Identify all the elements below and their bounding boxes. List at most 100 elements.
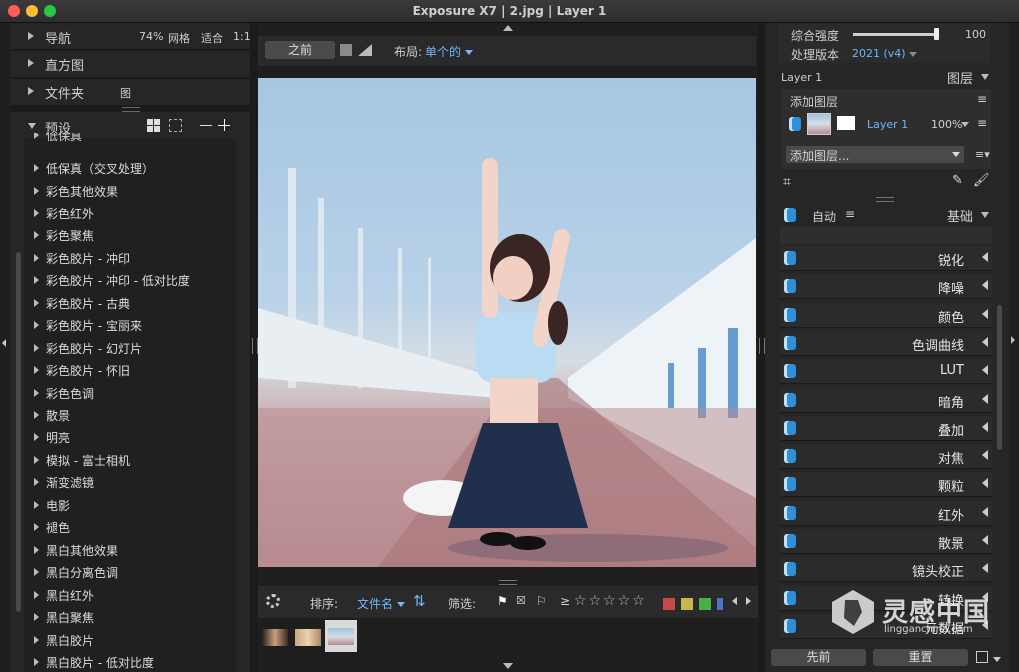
color-filter[interactable] bbox=[663, 596, 729, 610]
layer-menu-icon[interactable]: ≡ bbox=[977, 116, 987, 130]
preset-list-item[interactable]: 彩色胶片 - 冲印 bbox=[24, 248, 236, 268]
preset-list-item[interactable]: 彩色胶片 - 冲印 - 低对比度 bbox=[24, 270, 236, 290]
overall-strength-value[interactable]: 100 bbox=[965, 28, 986, 41]
adjustment-panel-row[interactable]: 散景 bbox=[780, 529, 992, 554]
grid-button[interactable]: 网格 bbox=[168, 30, 190, 46]
list-item[interactable]: 低保真 bbox=[24, 133, 236, 145]
adjustment-toggle[interactable] bbox=[784, 618, 796, 633]
add-layer-dropdown[interactable]: 添加图层... bbox=[786, 146, 964, 163]
layer-mask-thumbnail[interactable] bbox=[837, 116, 855, 130]
before-square-icon[interactable] bbox=[340, 44, 352, 56]
chevron-right-icon[interactable] bbox=[746, 597, 751, 605]
preset-list-item[interactable]: 黑白红外 bbox=[24, 585, 236, 605]
preset-list-item[interactable]: 彩色胶片 - 宝丽来 bbox=[24, 315, 236, 335]
color-label-yellow[interactable] bbox=[681, 597, 693, 610]
bottom-collapse-arrow[interactable] bbox=[503, 663, 513, 669]
auto-menu-icon[interactable]: ≡ bbox=[845, 207, 855, 221]
layer-opacity[interactable]: 100% bbox=[931, 118, 962, 131]
chevron-left-icon[interactable] bbox=[982, 450, 988, 461]
gear-icon[interactable] bbox=[266, 594, 280, 608]
brush-icon[interactable]: 🖌 bbox=[973, 173, 990, 188]
panel-layout-icon[interactable] bbox=[976, 651, 988, 663]
adjustment-panel-row[interactable]: 颗粒 bbox=[780, 472, 992, 498]
adjustment-toggle[interactable] bbox=[784, 364, 796, 379]
adjustment-panel-row[interactable]: 对焦 bbox=[780, 444, 992, 470]
chevron-left-icon[interactable] bbox=[982, 535, 988, 545]
panel-resize-handle[interactable] bbox=[876, 197, 894, 202]
left-gutter-arrow[interactable] bbox=[2, 336, 6, 350]
preset-list-item[interactable]: 渐变滤镜 bbox=[24, 472, 236, 492]
preset-list-item[interactable]: 彩色色调 bbox=[24, 383, 236, 403]
navigator-section[interactable]: 导航 74% 网格 适合 1:1 bbox=[28, 27, 251, 47]
preset-list-item[interactable]: 模拟 - 富士相机 bbox=[24, 450, 236, 470]
preset-list-item[interactable]: 彩色胶片 - 怀旧 bbox=[24, 360, 236, 380]
adjustment-toggle[interactable] bbox=[784, 477, 796, 492]
fit-button[interactable]: 适合 bbox=[201, 30, 223, 46]
split-view-icon[interactable] bbox=[358, 44, 372, 56]
adjustment-toggle[interactable] bbox=[784, 449, 796, 464]
adjustment-panel-row[interactable]: 镜头校正 bbox=[780, 557, 992, 583]
adjustment-toggle[interactable] bbox=[784, 562, 796, 577]
preset-list-item[interactable]: 低保真（交叉处理） bbox=[24, 158, 236, 178]
previous-button[interactable]: 先前 bbox=[771, 649, 866, 666]
adjustment-toggle[interactable] bbox=[784, 505, 796, 520]
reject-flag-icon[interactable]: ☒ bbox=[516, 594, 526, 607]
adjustment-toggle[interactable] bbox=[784, 307, 796, 322]
adjustment-toggle[interactable] bbox=[784, 251, 796, 265]
thumbnail-selected[interactable] bbox=[325, 620, 357, 652]
before-button[interactable]: 之前 bbox=[265, 41, 335, 59]
star-icon[interactable]: ☆ bbox=[574, 593, 587, 609]
chevron-left-icon[interactable] bbox=[982, 280, 988, 291]
expand-icon[interactable] bbox=[169, 119, 182, 132]
basic-toggle[interactable] bbox=[784, 208, 796, 222]
crop-icon[interactable]: ⌗ bbox=[783, 174, 791, 190]
one-to-one-button[interactable]: 1:1 bbox=[233, 30, 251, 43]
plus-icon[interactable] bbox=[218, 119, 230, 131]
sort-order-icon[interactable]: ⇅ bbox=[413, 592, 426, 610]
flag-icon[interactable]: ⚑ bbox=[497, 594, 508, 608]
grid-view-icon[interactable] bbox=[147, 119, 160, 132]
adjustment-panel-row[interactable]: 叠加 bbox=[780, 415, 992, 441]
adjustment-panel-row[interactable]: 降噪 bbox=[780, 274, 992, 300]
main-photo[interactable] bbox=[258, 78, 756, 567]
color-label-red[interactable] bbox=[663, 597, 675, 610]
adjustment-panel-row[interactable]: 锐化 bbox=[780, 246, 992, 271]
eraser-icon[interactable]: ✎ bbox=[952, 173, 963, 188]
folders-section[interactable]: 文件夹 图 bbox=[28, 82, 243, 102]
layer-options-icon[interactable]: ≡▾ bbox=[975, 148, 990, 161]
preset-list-item[interactable]: 散景 bbox=[24, 405, 236, 425]
chevron-left-icon[interactable] bbox=[982, 365, 988, 376]
panel-layout-chevron-icon[interactable] bbox=[993, 657, 1001, 662]
adjustment-panel-row[interactable]: LUT bbox=[780, 359, 992, 385]
layers-header[interactable]: Layer 1 图层 bbox=[779, 67, 993, 87]
color-label-green[interactable] bbox=[699, 597, 711, 610]
preset-list-item[interactable]: 彩色胶片 - 幻灯片 bbox=[24, 338, 236, 358]
thumbnail[interactable] bbox=[262, 629, 288, 646]
chevron-left-icon[interactable] bbox=[982, 563, 988, 574]
layer-thumbnail[interactable] bbox=[807, 113, 831, 135]
layer-row[interactable]: Layer 1 100% ≡ bbox=[781, 112, 991, 136]
chevron-left-icon[interactable] bbox=[732, 597, 737, 605]
preset-list-item[interactable]: 黑白其他效果 bbox=[24, 540, 236, 560]
basic-header[interactable]: 自动 ≡ 基础 bbox=[779, 205, 993, 225]
sort-dropdown[interactable]: 文件名 bbox=[357, 595, 405, 612]
layout-dropdown[interactable]: 单个的 bbox=[425, 43, 473, 60]
adjustment-toggle[interactable] bbox=[784, 420, 796, 435]
adjustment-toggle[interactable] bbox=[784, 279, 796, 294]
chevron-left-icon[interactable] bbox=[982, 336, 988, 347]
slider-thumb[interactable] bbox=[934, 28, 940, 40]
unflag-icon[interactable]: ⚐ bbox=[536, 594, 547, 608]
chevron-left-icon[interactable] bbox=[982, 478, 988, 489]
minus-icon[interactable] bbox=[200, 125, 212, 126]
adjustment-panel-row[interactable]: 暗角 bbox=[780, 387, 992, 413]
chevron-left-icon[interactable] bbox=[982, 421, 988, 432]
preset-list-item[interactable]: 彩色胶片 - 古典 bbox=[24, 293, 236, 313]
adjustment-toggle[interactable] bbox=[784, 534, 796, 548]
process-version-dropdown[interactable]: 2021 (v4) bbox=[852, 47, 918, 60]
color-label-blue[interactable] bbox=[717, 597, 723, 610]
star-icon[interactable]: ☆ bbox=[632, 593, 645, 609]
preset-list-item[interactable]: 彩色其他效果 bbox=[24, 181, 236, 201]
preset-list-item[interactable]: 彩色聚焦 bbox=[24, 225, 236, 245]
adjustment-panel-row[interactable]: 红外 bbox=[780, 500, 992, 526]
chevron-left-icon[interactable] bbox=[982, 393, 988, 404]
